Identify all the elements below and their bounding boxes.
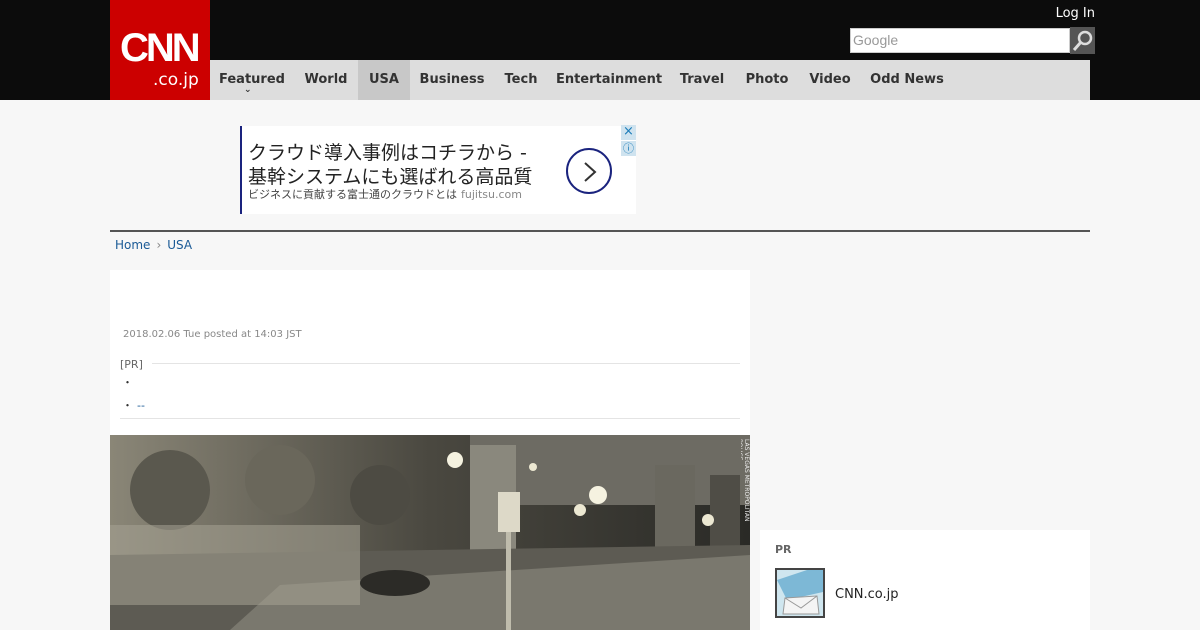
envelope-icon [777, 570, 823, 616]
nav-item-video[interactable]: Video [800, 60, 860, 100]
main-nav: Featured ⌄ World USA Business Tech Enter… [210, 60, 1090, 100]
info-icon[interactable]: ⓘ [621, 141, 636, 156]
nav-item-usa[interactable]: USA [358, 60, 410, 100]
ad-arrow-button[interactable] [566, 148, 612, 194]
pr-thumbnail[interactable] [775, 568, 825, 618]
ad-domain: fujitsu.com [461, 188, 522, 201]
cnn-logo[interactable]: CNN .co.jp [110, 0, 210, 100]
divider [120, 418, 740, 419]
close-icon[interactable]: × [621, 125, 636, 140]
search-input[interactable]: Google [850, 28, 1070, 53]
article-card: 2018.02.06 Tue posted at 14:03 JST [PR] … [110, 270, 750, 630]
logo-main: CNN [120, 26, 201, 70]
pr-item[interactable]: ・ [122, 374, 133, 390]
search-button[interactable] [1070, 27, 1095, 54]
nav-label: Featured [219, 72, 285, 87]
sidebar-pr-box: PR CNN.co.jp [760, 530, 1090, 630]
photo-credit: LAS VEGAS METROPOLITAN POLICE [741, 439, 750, 522]
pr-label: [PR] [120, 358, 143, 371]
ad-headline-1: クラウド導入事例はコチラから - [248, 142, 527, 164]
logo-sub: .co.jp [153, 70, 199, 90]
chevron-right-icon: › [156, 238, 162, 252]
nav-item-tech[interactable]: Tech [494, 60, 548, 100]
search-icon [1072, 30, 1093, 51]
pr-item-name[interactable]: CNN.co.jp [835, 587, 899, 602]
nav-item-entertainment[interactable]: Entertainment [548, 60, 670, 100]
photo-illustration [110, 435, 750, 630]
breadcrumb-home[interactable]: Home [115, 238, 150, 252]
ad-desc-text: ビジネスに貢献する富士通のクラウドとは [248, 188, 457, 201]
article-photo: LAS VEGAS METROPOLITAN POLICE [110, 435, 750, 630]
divider [152, 363, 740, 364]
ad-banner[interactable]: クラウド導入事例はコチラから - 基幹システムにも選ばれる高品質 ビジネスに貢献… [240, 126, 636, 214]
nav-item-photo[interactable]: Photo [734, 60, 800, 100]
bullet: ・ [122, 399, 133, 412]
chevron-right-icon [584, 162, 597, 182]
ad-headline-2: 基幹システムにも選ばれる高品質 [248, 166, 533, 188]
breadcrumb-current[interactable]: USA [167, 238, 192, 252]
nav-item-world[interactable]: World [294, 60, 358, 100]
posted-timestamp: 2018.02.06 Tue posted at 14:03 JST [123, 329, 302, 340]
breadcrumb: Home › USA [115, 238, 192, 252]
ad-description: ビジネスに貢献する富士通のクラウドとは fujitsu.com [248, 186, 522, 202]
nav-item-business[interactable]: Business [410, 60, 494, 100]
divider [110, 230, 1090, 232]
login-link[interactable]: Log In [1056, 6, 1095, 21]
nav-item-travel[interactable]: Travel [670, 60, 734, 100]
sidebar-pr-label: PR [775, 543, 792, 556]
nav-item-featured[interactable]: Featured ⌄ [210, 60, 294, 100]
nav-item-odd-news[interactable]: Odd News [860, 60, 954, 100]
pr-link[interactable]: -- [137, 399, 145, 412]
pr-item[interactable]: ・ -- [122, 397, 145, 413]
chevron-down-icon: ⌄ [244, 85, 252, 95]
